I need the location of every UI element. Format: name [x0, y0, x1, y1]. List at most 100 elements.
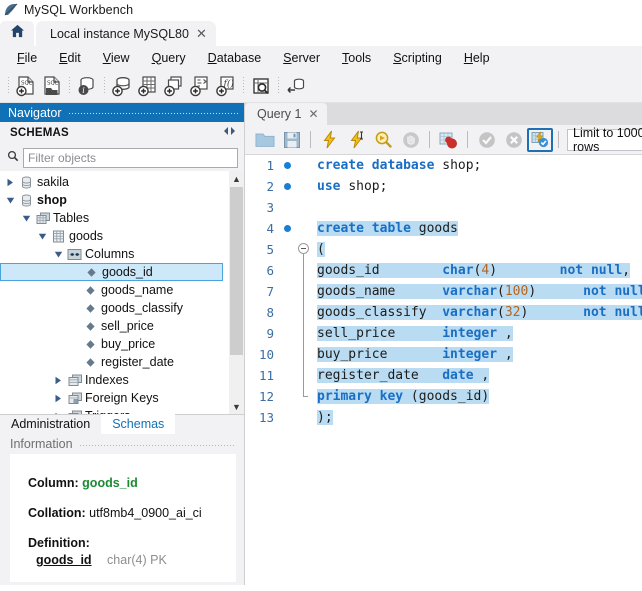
tree-item-label: buy_price [101, 337, 156, 351]
tree-item-shop[interactable]: shop [0, 191, 244, 209]
toolbar-separator [69, 76, 70, 95]
menu-scripting[interactable]: Scripting [382, 49, 453, 67]
menu-help[interactable]: Help [453, 49, 501, 67]
open-script-icon[interactable] [251, 127, 278, 153]
code-line[interactable]: 5( [245, 239, 642, 275]
tree-item-label: goods_classify [101, 301, 183, 315]
chevron-down-icon[interactable]: ▼ [229, 399, 244, 414]
rollback-icon[interactable] [500, 127, 527, 153]
code-text: ); [317, 410, 333, 425]
tree-item-foreign-keys[interactable]: Foreign Keys [0, 389, 244, 407]
information-column-value: goods_id [82, 476, 138, 490]
database-icon [19, 193, 34, 207]
menu-database[interactable]: Database [197, 49, 273, 67]
save-script-icon[interactable] [278, 127, 305, 153]
main-toolbar: SQL SQL i f() [0, 69, 642, 103]
new-sql-tab-icon[interactable]: SQL [13, 73, 39, 99]
limit-rows-select[interactable]: Limit to 1000 rows [567, 126, 642, 154]
tree-item-goods-id[interactable]: goods_id [0, 263, 223, 281]
open-sql-script-icon[interactable]: SQL [39, 73, 65, 99]
tree-item-goods-classify[interactable]: goods_classify [0, 299, 244, 317]
code-text: create table goods [317, 221, 458, 236]
execute-statement-icon[interactable] [343, 127, 370, 153]
fold-toggle-icon[interactable] [295, 239, 313, 275]
code-text: buy_price integer , [317, 347, 513, 362]
schemas-section-header: SCHEMAS [0, 122, 244, 144]
stop-query-icon[interactable] [397, 127, 424, 153]
tree-item-indexes[interactable]: Indexes [0, 371, 244, 389]
information-definition-block: Definition: goods_id char(4) PK [28, 536, 236, 567]
tree-item-label: Indexes [85, 373, 129, 387]
chevron-down-icon[interactable] [4, 196, 16, 205]
tree-item-label: goods_name [101, 283, 174, 297]
new-procedure-icon[interactable] [187, 73, 213, 99]
line-number: 5 [266, 242, 274, 257]
tree-item-goods[interactable]: goods [0, 227, 244, 245]
code-line[interactable]: 7 goods_name varchar(100) not null, [245, 281, 642, 302]
home-tab-button[interactable] [0, 21, 34, 46]
chevron-right-icon[interactable] [4, 178, 16, 187]
reconnect-server-icon[interactable] [283, 73, 309, 99]
new-schema-icon[interactable] [109, 73, 135, 99]
chevron-down-icon[interactable] [20, 214, 32, 223]
tab-administration[interactable]: Administration [0, 414, 101, 434]
server-status-icon[interactable]: i [74, 73, 100, 99]
code-line[interactable]: 10 buy_price integer , [245, 344, 642, 365]
code-line[interactable]: 2 use shop; [245, 176, 642, 197]
code-line[interactable]: 9 sell_price integer , [245, 323, 642, 344]
menu-file[interactable]: File [6, 49, 48, 67]
code-line[interactable]: 13); [245, 407, 642, 428]
new-function-icon[interactable]: f() [213, 73, 239, 99]
code-line[interactable]: 6 goods_id char(4) not null, [245, 260, 642, 281]
commit-icon[interactable] [473, 127, 500, 153]
execute-all-icon[interactable] [316, 127, 343, 153]
tree-item-tables[interactable]: Tables [0, 209, 244, 227]
tree-item-sell-price[interactable]: sell_price [0, 317, 244, 335]
tab-schemas[interactable]: Schemas [101, 414, 176, 434]
scrollbar-thumb[interactable] [230, 187, 243, 355]
instance-tab[interactable]: Local instance MySQL80 ✕ [36, 21, 216, 46]
column-icon [83, 319, 98, 333]
tree-item-goods-name[interactable]: goods_name [0, 281, 244, 299]
refresh-icon[interactable] [223, 124, 236, 142]
code-line[interactable]: 11 register_date date , [245, 365, 642, 386]
line-number: 6 [266, 263, 274, 278]
menu-tools[interactable]: Tools [331, 49, 382, 67]
code-line[interactable]: 3 [245, 197, 642, 218]
tree-item-buy-price[interactable]: buy_price [0, 335, 244, 353]
menu-view[interactable]: View [92, 49, 141, 67]
chevron-up-icon[interactable]: ▲ [229, 171, 244, 186]
autocommit-icon[interactable] [527, 127, 553, 152]
code-line[interactable]: 12 primary key (goods_id) [245, 386, 642, 407]
close-icon[interactable]: ✕ [308, 107, 318, 121]
sql-code-editor[interactable]: 1 create database shop; 2 use shop; 3 4 create… [245, 155, 642, 585]
chevron-right-icon[interactable] [52, 394, 64, 403]
tree-item-triggers[interactable]: Triggers [0, 407, 244, 414]
menu-server[interactable]: Server [272, 49, 331, 67]
menu-edit[interactable]: Edit [48, 49, 92, 67]
tree-item-sakila[interactable]: sakila [0, 173, 244, 191]
tree-scrollbar[interactable]: ▲ ▼ [229, 171, 244, 414]
explain-query-icon[interactable] [370, 127, 397, 153]
statement-marker-icon [279, 162, 295, 169]
fold-guide [295, 260, 313, 281]
new-view-icon[interactable] [161, 73, 187, 99]
code-line[interactable]: 8 goods_classify varchar(32) not null, [245, 302, 642, 323]
chevron-right-icon[interactable] [52, 376, 64, 385]
chevron-down-icon[interactable] [36, 232, 48, 241]
toggle-stop-on-error-icon[interactable] [435, 127, 462, 153]
query-tab[interactable]: Query 1 ✕ [245, 103, 327, 125]
information-body: Column: goods_id Collation: utf8mb4_0900… [10, 454, 236, 582]
close-icon[interactable]: ✕ [196, 27, 207, 40]
filter-objects-input[interactable] [23, 147, 238, 168]
menu-query[interactable]: Query [141, 49, 197, 67]
tree-item-register-date[interactable]: register_date [0, 353, 244, 371]
code-text: create database shop; [317, 158, 482, 173]
tree-item-columns[interactable]: Columns [0, 245, 244, 263]
code-line[interactable]: 1 create database shop; [245, 155, 642, 176]
chevron-down-icon[interactable] [52, 250, 64, 259]
chevron-right-icon[interactable] [52, 412, 64, 414]
new-table-icon[interactable] [135, 73, 161, 99]
code-line[interactable]: 4 create table goods [245, 218, 642, 239]
search-data-icon[interactable] [248, 73, 274, 99]
